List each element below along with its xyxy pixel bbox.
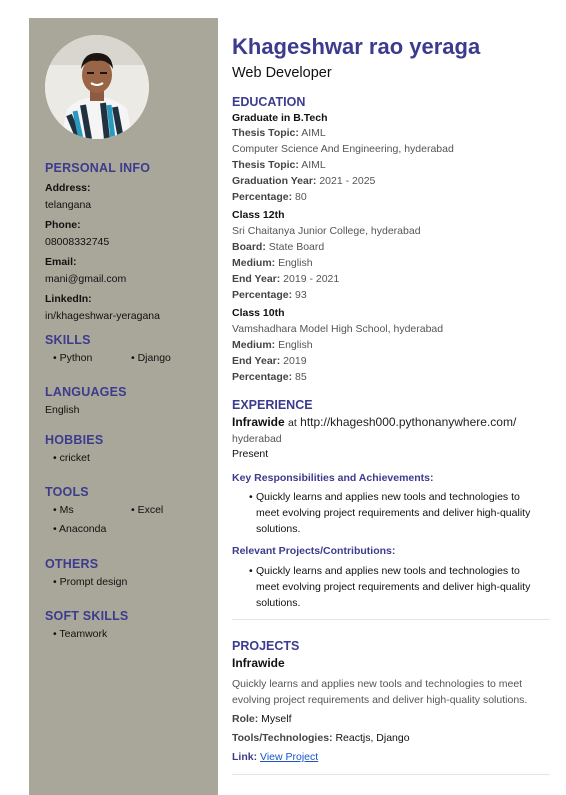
responsibility-item: Quickly learns and applies new tools and… — [249, 489, 538, 537]
experience-period: Present — [232, 448, 269, 460]
address-label: Address: — [45, 182, 91, 194]
experience-company: Infrawide — [232, 415, 285, 429]
skill-item: • Django — [131, 352, 171, 364]
soft-skill-item: • Teamwork — [53, 628, 108, 640]
class10-end-year: End Year: 2019 — [232, 355, 307, 367]
project-description: Quickly learns and applies new tools and… — [232, 678, 528, 706]
class10-school: Vamshadhara Model High School, hyderabad — [232, 323, 444, 335]
tool-item: • Excel — [131, 504, 164, 516]
project-role: Role: Myself — [232, 713, 292, 725]
skills-heading: SKILLS — [45, 333, 91, 347]
linkedin-value: in/khageshwar-yeragana — [45, 310, 160, 322]
linkedin-label: LinkedIn: — [45, 293, 92, 305]
personal-info-section: PERSONAL INFO Address: telangana Phone: … — [45, 160, 160, 324]
languages-heading: LANGUAGES — [45, 385, 127, 399]
phone-value: 08008332745 — [45, 236, 110, 248]
personal-info-heading: PERSONAL INFO — [45, 161, 151, 175]
tool-item: • Ms — [53, 504, 74, 516]
projects-heading: PROJECTS — [232, 639, 300, 653]
tool-item: • Anaconda — [53, 523, 107, 535]
class10-medium: Medium: English — [232, 339, 313, 351]
degree-title: Graduate in B.Tech — [232, 112, 328, 124]
hobby-item: • cricket — [53, 452, 90, 464]
sidebar: PERSONAL INFO Address: telangana Phone: … — [29, 18, 218, 795]
projects-contrib-heading: Relevant Projects/Contributions: — [232, 545, 396, 557]
soft-skills-section: SOFT SKILLS • Teamwork — [45, 608, 215, 648]
degree-thesis-2: Thesis Topic: AIML — [232, 159, 326, 171]
email-label: Email: — [45, 256, 77, 268]
project-contrib-item: Quickly learns and applies new tools and… — [249, 563, 538, 611]
others-heading: OTHERS — [45, 557, 99, 571]
skills-section: SKILLS • Python • Django — [45, 332, 215, 372]
soft-skills-heading: SOFT SKILLS — [45, 609, 129, 623]
degree-percentage: Percentage: 80 — [232, 191, 307, 203]
divider — [232, 774, 550, 775]
degree-thesis: Thesis Topic: AIML — [232, 127, 326, 139]
class12-end-year: End Year: 2019 - 2021 — [232, 273, 340, 285]
candidate-name: Khageshwar rao yeraga — [232, 34, 481, 59]
experience-heading: EXPERIENCE — [232, 398, 313, 412]
class10-percentage: Percentage: 85 — [232, 371, 307, 383]
skill-item: • Python — [53, 352, 93, 364]
class12-title: Class 12th — [232, 209, 285, 221]
hobbies-section: HOBBIES • cricket — [45, 432, 215, 472]
profile-photo — [45, 35, 149, 139]
responsibilities-heading: Key Responsibilities and Achievements: — [232, 472, 434, 484]
class12-percentage: Percentage: 93 — [232, 289, 307, 301]
experience-company-line: Infrawide at http://khagesh000.pythonany… — [232, 415, 517, 429]
class10-title: Class 10th — [232, 307, 285, 319]
hobbies-heading: HOBBIES — [45, 433, 104, 447]
divider — [232, 619, 550, 620]
experience-location: hyderabad — [232, 433, 282, 445]
job-title: Web Developer — [232, 65, 332, 81]
class12-medium: Medium: English — [232, 257, 313, 269]
project-link-line: Link: View Project — [232, 751, 319, 763]
phone-label: Phone: — [45, 219, 81, 231]
tools-heading: TOOLS — [45, 485, 89, 499]
avatar-image — [45, 35, 149, 139]
address-value: telangana — [45, 199, 92, 211]
degree-college: Computer Science And Engineering, hydera… — [232, 143, 454, 155]
degree-year: Graduation Year: 2021 - 2025 — [232, 175, 376, 187]
class12-school: Sri Chaitanya Junior College, hyderabad — [232, 225, 421, 237]
email-value: mani@gmail.com — [45, 273, 127, 285]
tools-section: TOOLS • Ms • Excel • Anaconda — [45, 484, 215, 544]
education-heading: EDUCATION — [232, 95, 306, 109]
class12-board: Board: State Board — [232, 241, 325, 253]
others-section: OTHERS • Prompt design — [45, 556, 215, 596]
other-item: • Prompt design — [53, 576, 128, 588]
languages-section: LANGUAGES English — [45, 384, 127, 418]
experience-url: http://khagesh000.pythonanywhere.com/ — [300, 415, 517, 429]
view-project-link[interactable]: View Project — [260, 751, 318, 763]
language-item: English — [45, 404, 80, 416]
project-name: Infrawide — [232, 656, 285, 670]
project-tech: Tools/Technologies: Reactjs, Django — [232, 732, 410, 744]
